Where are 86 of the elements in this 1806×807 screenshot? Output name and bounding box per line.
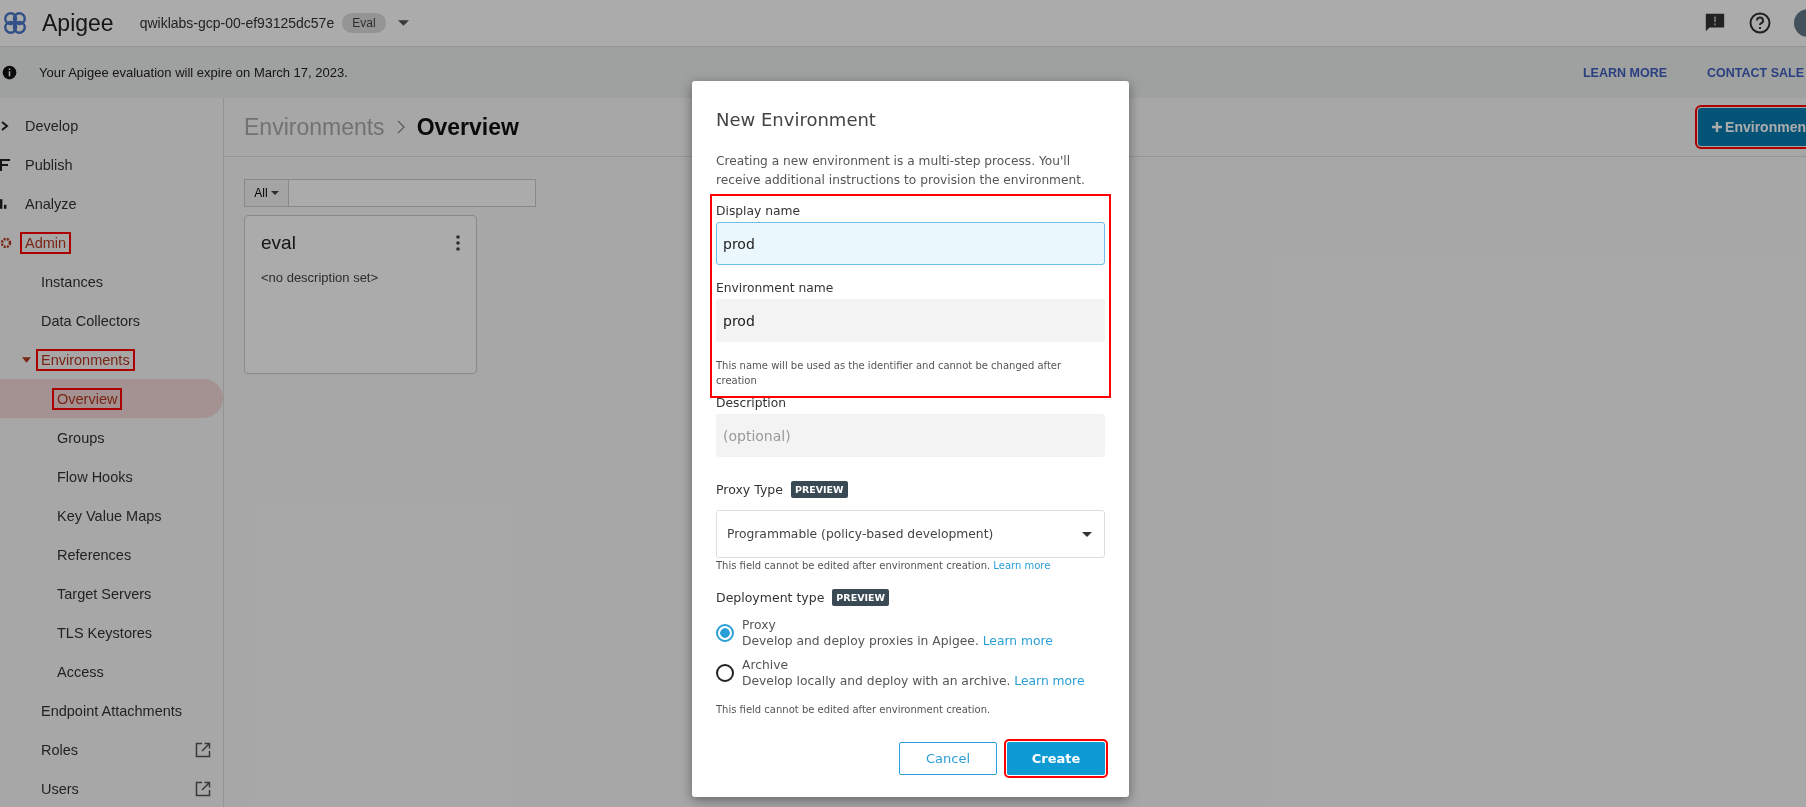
breadcrumb-item: Overview [416, 113, 519, 141]
sidebar-item[interactable]: Flow Hooks [0, 457, 223, 496]
text-field[interactable]: prod [716, 222, 1105, 265]
sidebar-item[interactable]: Develop [0, 106, 223, 145]
card-description: <no description set> [261, 270, 379, 285]
preview-badge: PREVIEW [790, 481, 848, 498]
environment-card[interactable]: eval <no description set> [244, 215, 477, 374]
field-label: Display name [716, 204, 801, 218]
sidebar-item[interactable]: Key Value Maps [0, 496, 223, 535]
sidebar-item[interactable]: Instances [0, 262, 223, 301]
dialog-intro: Creating a new environment is a multi-step process. You'll receive additional instructions to provision the environment. [716, 153, 1086, 189]
notice-text: Your Apigee evaluation will expire on March 17, 2023. [39, 65, 348, 80]
feedback-icon[interactable] [1704, 12, 1726, 34]
gear-icon [0, 236, 12, 249]
sidebar-label: Publish [24, 155, 74, 175]
help-icon[interactable] [1748, 11, 1772, 35]
more-icon[interactable] [456, 235, 460, 251]
sidebar-label: Users [40, 779, 80, 799]
sidebar-item[interactable]: Roles [0, 730, 223, 769]
sidebar-item[interactable]: Endpoint Attachments [0, 691, 223, 730]
description-field[interactable]: (optional) [716, 414, 1105, 457]
sidebar-label: Environments [36, 348, 135, 371]
preview-badge: PREVIEW [832, 589, 889, 606]
dialog-title: New Environment [716, 109, 876, 130]
sidebar-label: References [56, 545, 133, 565]
banner-link[interactable]: CONTACT SALE [1707, 65, 1804, 80]
sidebar-item[interactable]: Target Servers [0, 574, 223, 613]
banner-link[interactable]: LEARN MORE [1582, 65, 1667, 80]
sidebar-label: Target Servers [56, 584, 153, 604]
field-hint: This name will be used as the identifier and cannot be changed after creation [716, 359, 1063, 388]
proxy-type-dropdown[interactable]: Programmable (policy-based development) [716, 510, 1105, 558]
external-link-icon[interactable] [195, 780, 211, 797]
sidebar-label: Groups [56, 428, 106, 448]
add-environment-button[interactable]: Environmen [1698, 108, 1806, 146]
caret-icon[interactable] [22, 356, 31, 363]
option-title: Proxy [742, 618, 776, 632]
publish-icon [0, 158, 10, 171]
sidebar-label: Flow Hooks [56, 467, 134, 487]
card-title: eval [261, 232, 296, 254]
external-link-icon[interactable] [195, 741, 211, 758]
radio-button[interactable] [716, 664, 734, 682]
sidebar-item[interactable]: Environments [0, 340, 223, 379]
chevron-icon [0, 120, 10, 131]
sidebar-label: Key Value Maps [56, 506, 163, 526]
org-name: qwiklabs-gcp-00-ef93125dc57e [139, 15, 335, 31]
eval-badge: Eval [342, 13, 386, 33]
section-label: Deployment type [716, 590, 825, 605]
sidebar-item[interactable]: Access [0, 652, 223, 691]
info-icon [2, 65, 17, 80]
option-description: Develop and deploy proxies in Apigee. Learn more [742, 634, 1053, 648]
sidebar-item[interactable]: References [0, 535, 223, 574]
sidebar-item[interactable]: Data Collectors [0, 301, 223, 340]
sidebar-label: TLS Keystores [56, 623, 154, 643]
sidebar-label: Develop [24, 116, 80, 136]
sidebar-item[interactable]: Publish [0, 145, 223, 184]
sidebar-label: Access [56, 662, 105, 682]
section-label: Proxy Type [716, 482, 783, 497]
sidebar-item[interactable]: TLS Keystores [0, 613, 223, 652]
product-name: Apigee [42, 9, 114, 37]
option-description: Develop locally and deploy with an archive. Learn more [742, 674, 1085, 688]
sidebar-item[interactable]: Overview [0, 379, 223, 418]
option-title: Archive [742, 658, 788, 672]
dropdown-value: Programmable (policy-based development) [727, 527, 994, 541]
caret-icon [1082, 531, 1092, 537]
sidebar-item[interactable]: Admin [0, 223, 223, 262]
text-field[interactable]: prod [716, 299, 1105, 342]
field-hint: This field cannot be edited after environment creation. [716, 703, 991, 717]
sidebar-label: Overview [52, 387, 123, 410]
bar-chart-icon [0, 197, 8, 210]
caret-icon[interactable] [397, 20, 409, 26]
sidebar-label: Instances [40, 272, 105, 292]
plus-icon [1712, 122, 1723, 132]
radio-button[interactable] [716, 624, 734, 642]
sidebar-label: Analyze [24, 194, 78, 214]
sidebar-label: Admin [20, 231, 72, 254]
sidebar-item[interactable]: Users [0, 769, 223, 807]
chevron-icon [396, 120, 405, 134]
sidebar-label: Data Collectors [40, 311, 142, 331]
field-label: Description [716, 396, 787, 410]
sidebar-label: Roles [40, 740, 80, 760]
logo-icon [2, 10, 28, 36]
sidebar-item[interactable]: Analyze [0, 184, 223, 223]
field-hint: This field cannot be edited after environment creation. Learn more [716, 559, 1051, 573]
field-label: Environment name [716, 281, 834, 295]
sidebar-item[interactable]: Groups [0, 418, 223, 457]
sidebar-label: Endpoint Attachments [40, 701, 184, 721]
